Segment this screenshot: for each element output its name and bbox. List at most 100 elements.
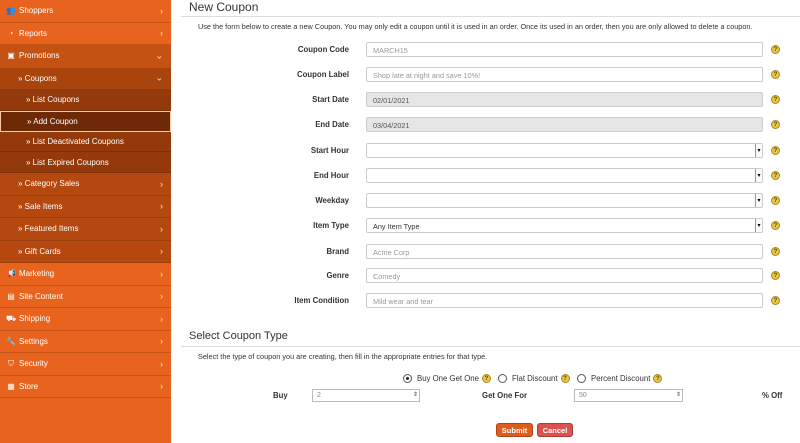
end-date-row: End Date 03/04/2021 ? xyxy=(181,117,800,133)
select-arrow-icon: ▾ xyxy=(755,219,762,232)
sidebar-item-list-deactivated-coupons[interactable]: » List Deactivated Coupons xyxy=(0,131,171,153)
sidebar-item-coupons[interactable]: » Coupons ⌄ xyxy=(0,67,171,90)
chevron-right-icon: › xyxy=(160,358,163,369)
coupon-type-intro: Select the type of coupon you are creati… xyxy=(198,352,488,361)
item-type-row: Item Type Any Item Type ▾ ? xyxy=(181,218,800,234)
sidebar-item-label: Promotions xyxy=(19,51,60,61)
item-type-value: Any Item Type xyxy=(373,222,420,231)
item-condition-row: Item Condition Mild wear and tear ? xyxy=(181,293,800,309)
get-one-for-input[interactable]: 50 ⇕ xyxy=(574,389,683,402)
help-icon[interactable]: ? xyxy=(771,146,780,155)
start-date-row: Start Date 02/01/2021 ? xyxy=(181,92,800,108)
sidebar-item-marketing[interactable]: 📢 Marketing › xyxy=(0,263,171,286)
page-intro: Use the form below to create a new Coupo… xyxy=(198,22,753,31)
wrench-icon: 🔧 xyxy=(6,336,16,346)
start-hour-select[interactable]: ▾ xyxy=(366,143,763,158)
submit-button[interactable]: Submit xyxy=(496,423,533,437)
coupon-label-row: Coupon Label Shop late at night and save… xyxy=(181,67,800,83)
sidebar-item-add-coupon[interactable]: » Add Coupon xyxy=(0,110,171,132)
radio-button[interactable] xyxy=(577,374,586,383)
brand-row: Brand Acme Corp ? xyxy=(181,244,800,260)
coupon-code-row: Coupon Code MARCH15 ? xyxy=(181,42,800,58)
help-icon[interactable]: ? xyxy=(771,95,780,104)
sidebar-item-label: Site Content xyxy=(19,291,64,301)
sidebar-item-shipping[interactable]: ⛟ Shipping › xyxy=(0,308,171,331)
sidebar-item-label: Shoppers xyxy=(19,6,54,16)
sidebar-item-shoppers[interactable]: 👥 Shoppers › xyxy=(0,0,171,23)
coupon-label-input[interactable]: Shop late at night and save 10%! xyxy=(366,67,763,82)
help-icon[interactable]: ? xyxy=(771,45,780,54)
help-icon[interactable]: ? xyxy=(771,271,780,280)
sidebar-item-label: » List Deactivated Coupons xyxy=(26,136,124,146)
radio-percent-discount[interactable]: Percent Discount ? xyxy=(577,374,663,383)
coupon-code-input[interactable]: MARCH15 xyxy=(366,42,763,57)
buy-label: Buy xyxy=(273,391,288,400)
select-arrow-icon: ▾ xyxy=(755,169,762,182)
start-hour-row: Start Hour ▾ ? xyxy=(181,143,800,159)
chevron-right-icon: › xyxy=(160,291,163,302)
sidebar-item-promotions[interactable]: ▣ Promotions ⌄ xyxy=(0,45,171,68)
sidebar-item-label: Shipping xyxy=(19,314,51,324)
stepper-icon[interactable]: ⇕ xyxy=(413,391,418,398)
coupon-type-title: Select Coupon Type xyxy=(189,330,288,342)
sidebar-item-featured-items[interactable]: » Featured Items › xyxy=(0,218,171,241)
brand-label: Brand xyxy=(326,247,349,256)
bogo-fields: Buy 2 ⇕ Get One For 50 ⇕ % Off xyxy=(181,389,800,403)
genre-label: Genre xyxy=(326,271,349,280)
chevron-right-icon: › xyxy=(160,313,163,324)
help-icon[interactable]: ? xyxy=(560,374,570,383)
help-icon[interactable]: ? xyxy=(653,374,663,383)
help-icon[interactable]: ? xyxy=(771,296,780,305)
end-date-input[interactable]: 03/04/2021 xyxy=(366,117,763,132)
get-one-for-label: Get One For xyxy=(482,391,528,400)
help-icon[interactable]: ? xyxy=(771,70,780,79)
main-content: New Coupon Use the form below to create … xyxy=(181,0,800,443)
sidebar-item-label: » Sale Items xyxy=(18,201,63,211)
stepper-icon[interactable]: ⇕ xyxy=(676,391,681,398)
item-condition-input[interactable]: Mild wear and tear xyxy=(366,293,763,308)
chevron-right-icon: › xyxy=(160,5,163,16)
chevron-right-icon: › xyxy=(160,336,163,347)
coupon-label-label: Coupon Label xyxy=(297,70,349,79)
chevron-right-icon: › xyxy=(160,381,163,392)
title-divider xyxy=(181,16,800,17)
radio-button[interactable] xyxy=(403,374,412,383)
truck-icon: ⛟ xyxy=(5,313,17,323)
genre-input[interactable]: Comedy xyxy=(366,268,763,283)
end-date-label: End Date xyxy=(315,120,349,129)
sidebar-item-site-content[interactable]: ▤ Site Content › xyxy=(0,286,171,309)
chevron-right-icon: › xyxy=(160,223,163,234)
help-icon[interactable]: ? xyxy=(771,196,780,205)
sidebar-item-category-sales[interactable]: » Category Sales › xyxy=(0,173,171,196)
help-icon[interactable]: ? xyxy=(771,247,780,256)
help-icon[interactable]: ? xyxy=(481,374,491,383)
start-date-input[interactable]: 02/01/2021 xyxy=(366,92,763,107)
radio-flat-discount[interactable]: Flat Discount ? xyxy=(498,374,570,383)
radio-buy-one-get-one[interactable]: Buy One Get One ? xyxy=(403,374,491,383)
cancel-button[interactable]: Cancel xyxy=(537,423,573,437)
item-condition-label: Item Condition xyxy=(294,296,349,305)
end-hour-select[interactable]: ▾ xyxy=(366,168,763,183)
sidebar-item-sale-items[interactable]: » Sale Items › xyxy=(0,195,171,219)
help-icon[interactable]: ? xyxy=(771,171,780,180)
sidebar-item-security[interactable]: ⛉ Security › xyxy=(0,353,171,376)
help-icon[interactable]: ? xyxy=(771,120,780,129)
sidebar-item-label: » Category Sales xyxy=(18,179,80,189)
sidebar-item-list-coupons[interactable]: » List Coupons xyxy=(0,90,171,111)
sidebar-item-store[interactable]: ▦ Store › xyxy=(0,376,171,399)
chevron-right-icon: › xyxy=(160,201,163,212)
buy-quantity-input[interactable]: 2 ⇕ xyxy=(312,389,420,402)
radio-button[interactable] xyxy=(498,374,507,383)
help-icon[interactable]: ? xyxy=(771,221,780,230)
weekday-select[interactable]: ▾ xyxy=(366,193,763,208)
brand-input[interactable]: Acme Corp xyxy=(366,244,763,259)
radio-label: Percent Discount xyxy=(591,374,651,383)
sidebar-item-gift-cards[interactable]: » Gift Cards › xyxy=(0,240,171,264)
chevron-right-icon: › xyxy=(160,268,163,279)
sidebar-item-settings[interactable]: 🔧 Settings › xyxy=(0,331,171,354)
sidebar-item-reports[interactable]: ◔ Reports › xyxy=(0,23,171,45)
end-hour-label: End Hour xyxy=(313,171,349,180)
chevron-down-icon: ⌄ xyxy=(155,50,163,61)
item-type-select[interactable]: Any Item Type ▾ xyxy=(366,218,763,233)
sidebar-item-list-expired-coupons[interactable]: » List Expired Coupons xyxy=(0,152,171,174)
